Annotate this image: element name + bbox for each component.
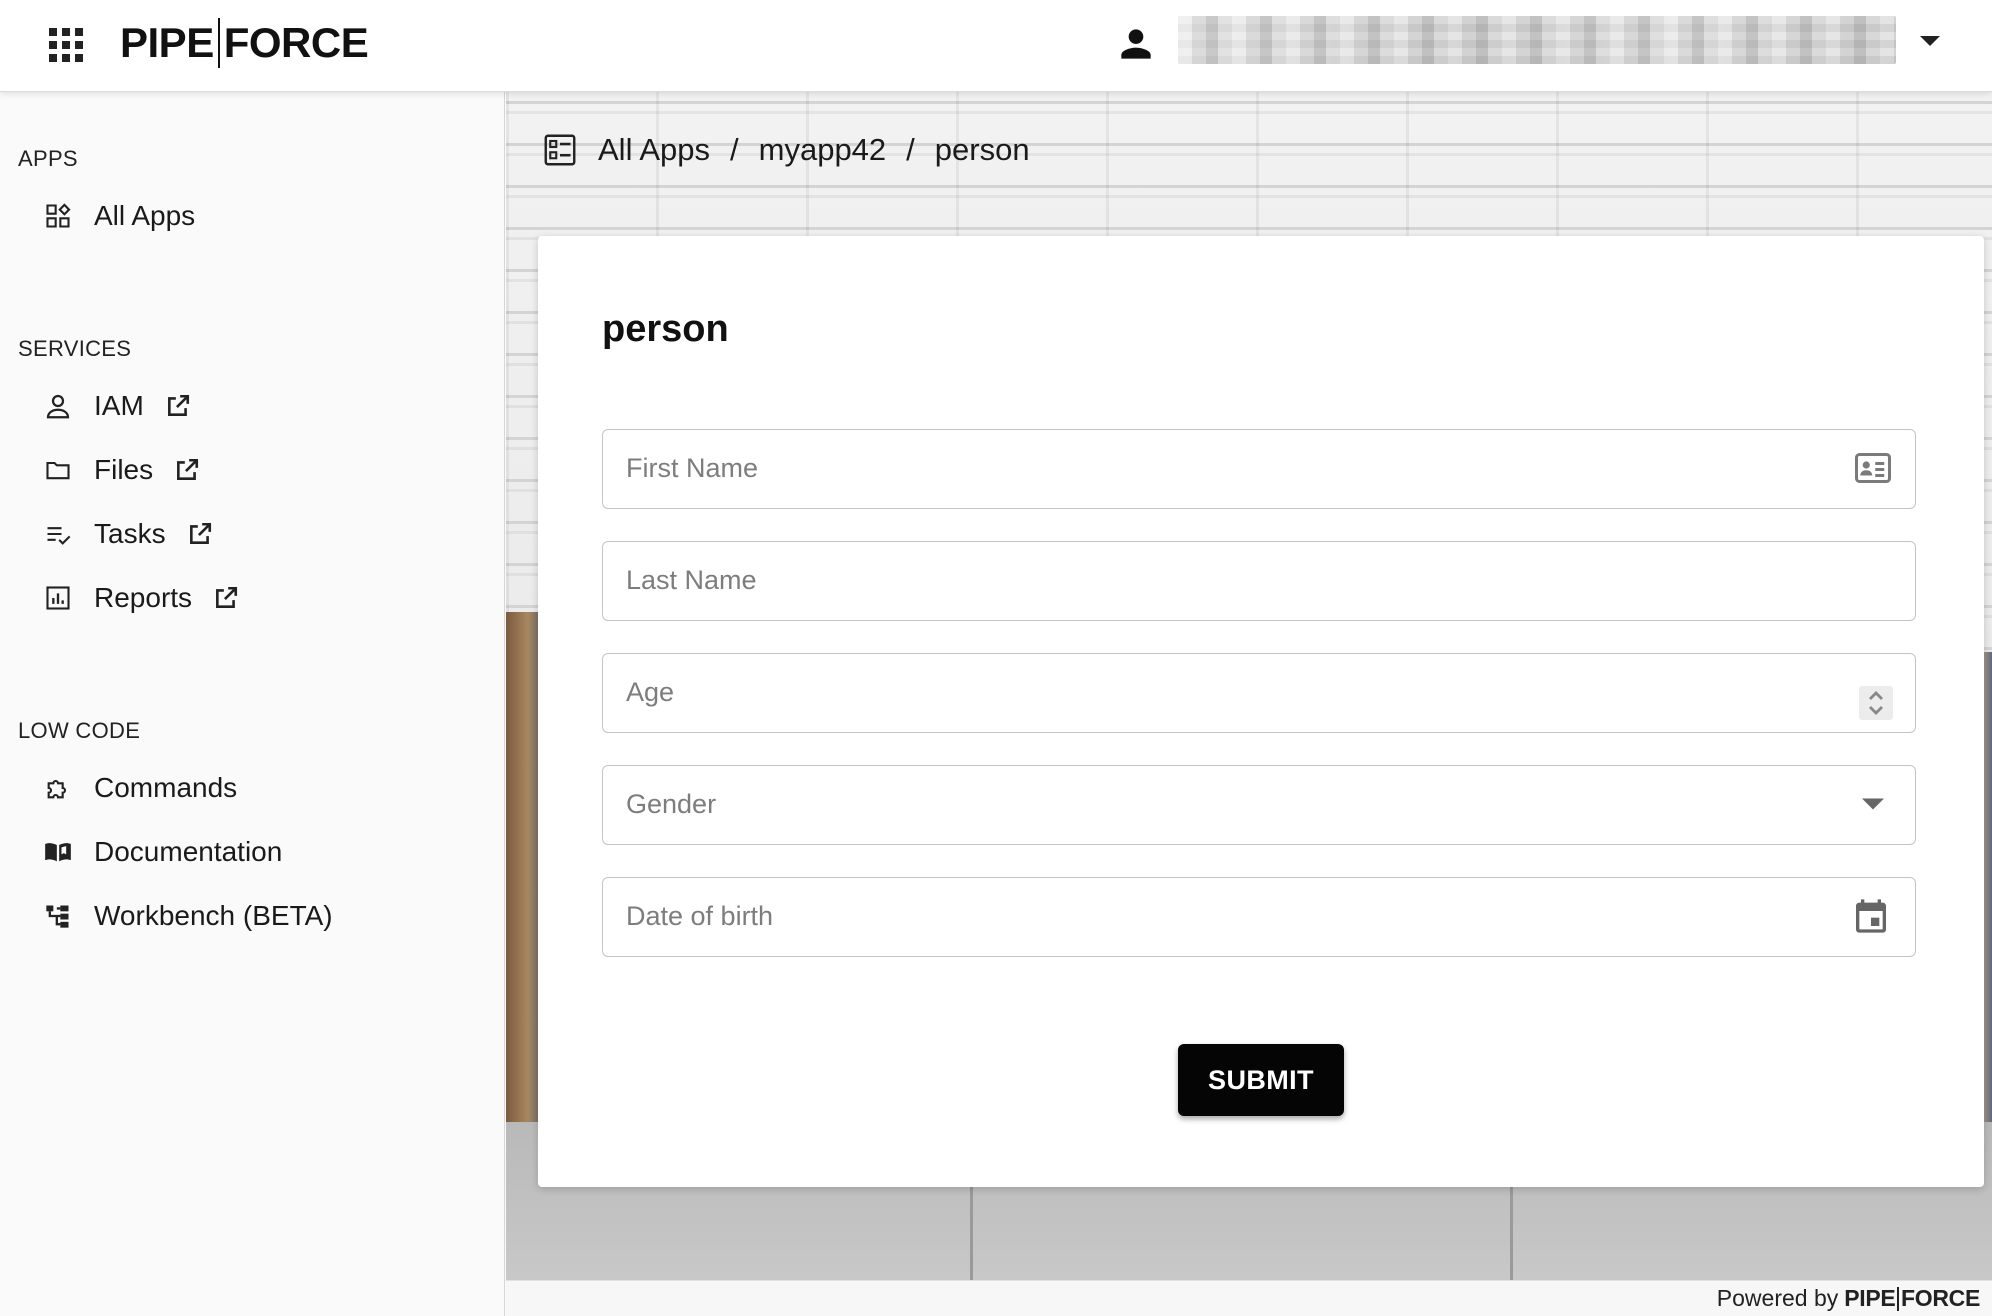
breadcrumb-all-apps[interactable]: All Apps (598, 132, 710, 168)
gender-placeholder: Gender (626, 789, 717, 819)
user-name-redacted[interactable] (1178, 16, 1896, 64)
section-title-low-code: LOW CODE (18, 718, 141, 743)
powered-by-label: Powered by (1716, 1285, 1839, 1311)
first-name-field[interactable]: First Name (602, 429, 1916, 509)
sidebar-item-label: Documentation (94, 836, 283, 867)
footer-logo-left: PIPE (1844, 1285, 1896, 1311)
book-icon (42, 836, 74, 868)
pipeforce-logo[interactable]: PIPE FORCE (120, 18, 369, 68)
sidebar-item-documentation[interactable]: Documentation (42, 826, 282, 878)
widgets-icon (42, 200, 74, 232)
logo-separator (217, 18, 220, 68)
logo-right-text: FORCE (223, 19, 369, 66)
date-of-birth-field[interactable]: Date of birth (602, 877, 1916, 957)
chevron-down-icon[interactable] (1920, 36, 1940, 46)
top-app-bar: PIPE FORCE (0, 0, 1992, 92)
sidebar-item-files[interactable]: Files (42, 444, 201, 496)
external-link-icon[interactable] (212, 584, 240, 612)
breadcrumb-app[interactable]: myapp42 (759, 132, 887, 168)
checklist-icon (42, 518, 74, 550)
sidebar-item-iam[interactable]: IAM (42, 380, 192, 432)
sidebar-item-label: Commands (94, 772, 238, 803)
breadcrumb: All Apps / myapp42 / person (542, 128, 1030, 172)
sidebar-item-label: Tasks (94, 518, 166, 549)
gender-select[interactable]: Gender (602, 765, 1916, 845)
logo-left-text: PIPE (120, 19, 214, 66)
person-icon[interactable] (1114, 22, 1158, 66)
app-list-icon (544, 134, 576, 166)
bar-chart-icon (42, 582, 74, 614)
form-title: person (602, 308, 729, 350)
form-card: person First Name Last Name Age Gender D… (538, 236, 1984, 1187)
sidebar-item-label: Reports (94, 582, 193, 613)
puzzle-icon (42, 772, 74, 804)
sidebar-item-commands[interactable]: Commands (42, 762, 237, 814)
sidebar-item-label: Files (94, 454, 154, 485)
tree-icon (42, 900, 74, 932)
number-spinner-icon[interactable] (1859, 686, 1893, 720)
breadcrumb-separator: / (906, 132, 915, 167)
folder-icon (42, 454, 74, 486)
external-link-icon[interactable] (186, 520, 214, 548)
submit-button[interactable]: SUBMIT (1178, 1044, 1344, 1116)
section-title-services: SERVICES (18, 336, 132, 361)
apps-grid-icon[interactable] (49, 28, 83, 62)
sidebar-item-tasks[interactable]: Tasks (42, 508, 214, 560)
sidebar: APPS All Apps SERVICES IAM Files Tasks R… (0, 92, 505, 1316)
section-title-apps: APPS (18, 146, 78, 171)
calendar-icon[interactable] (1849, 894, 1893, 938)
date-of-birth-placeholder: Date of birth (626, 901, 774, 931)
last-name-field[interactable]: Last Name (602, 541, 1916, 621)
person-outline-icon (42, 390, 74, 422)
first-name-placeholder: First Name (626, 453, 759, 483)
footer-logo-separator (1897, 1286, 1899, 1311)
background-person-left (506, 612, 542, 1122)
sidebar-item-reports[interactable]: Reports (42, 572, 240, 624)
sidebar-item-label: IAM (94, 390, 144, 421)
powered-by: Powered by PIPE FORCE (1716, 1285, 1981, 1312)
dropdown-arrow-icon (1853, 784, 1893, 824)
age-placeholder: Age (626, 677, 675, 707)
sidebar-item-label: All Apps (94, 200, 196, 231)
footer-logo-right: FORCE (1900, 1285, 1980, 1311)
main-content: All Apps / myapp42 / person person First… (506, 92, 1992, 1280)
contact-card-icon (1853, 448, 1893, 488)
sidebar-item-label: Workbench (BETA) (94, 900, 333, 931)
breadcrumb-current: person (934, 132, 1030, 167)
external-link-icon[interactable] (164, 392, 192, 420)
external-link-icon[interactable] (173, 456, 201, 484)
sidebar-item-all-apps[interactable]: All Apps (42, 190, 195, 242)
pipeforce-footer-logo[interactable]: PIPE FORCE (1844, 1285, 1980, 1312)
age-field[interactable]: Age (602, 653, 1916, 733)
last-name-placeholder: Last Name (626, 565, 757, 595)
footer: Powered by PIPE FORCE (506, 1280, 1992, 1316)
breadcrumb-separator: / (730, 132, 739, 167)
sidebar-item-workbench[interactable]: Workbench (BETA) (42, 890, 333, 942)
